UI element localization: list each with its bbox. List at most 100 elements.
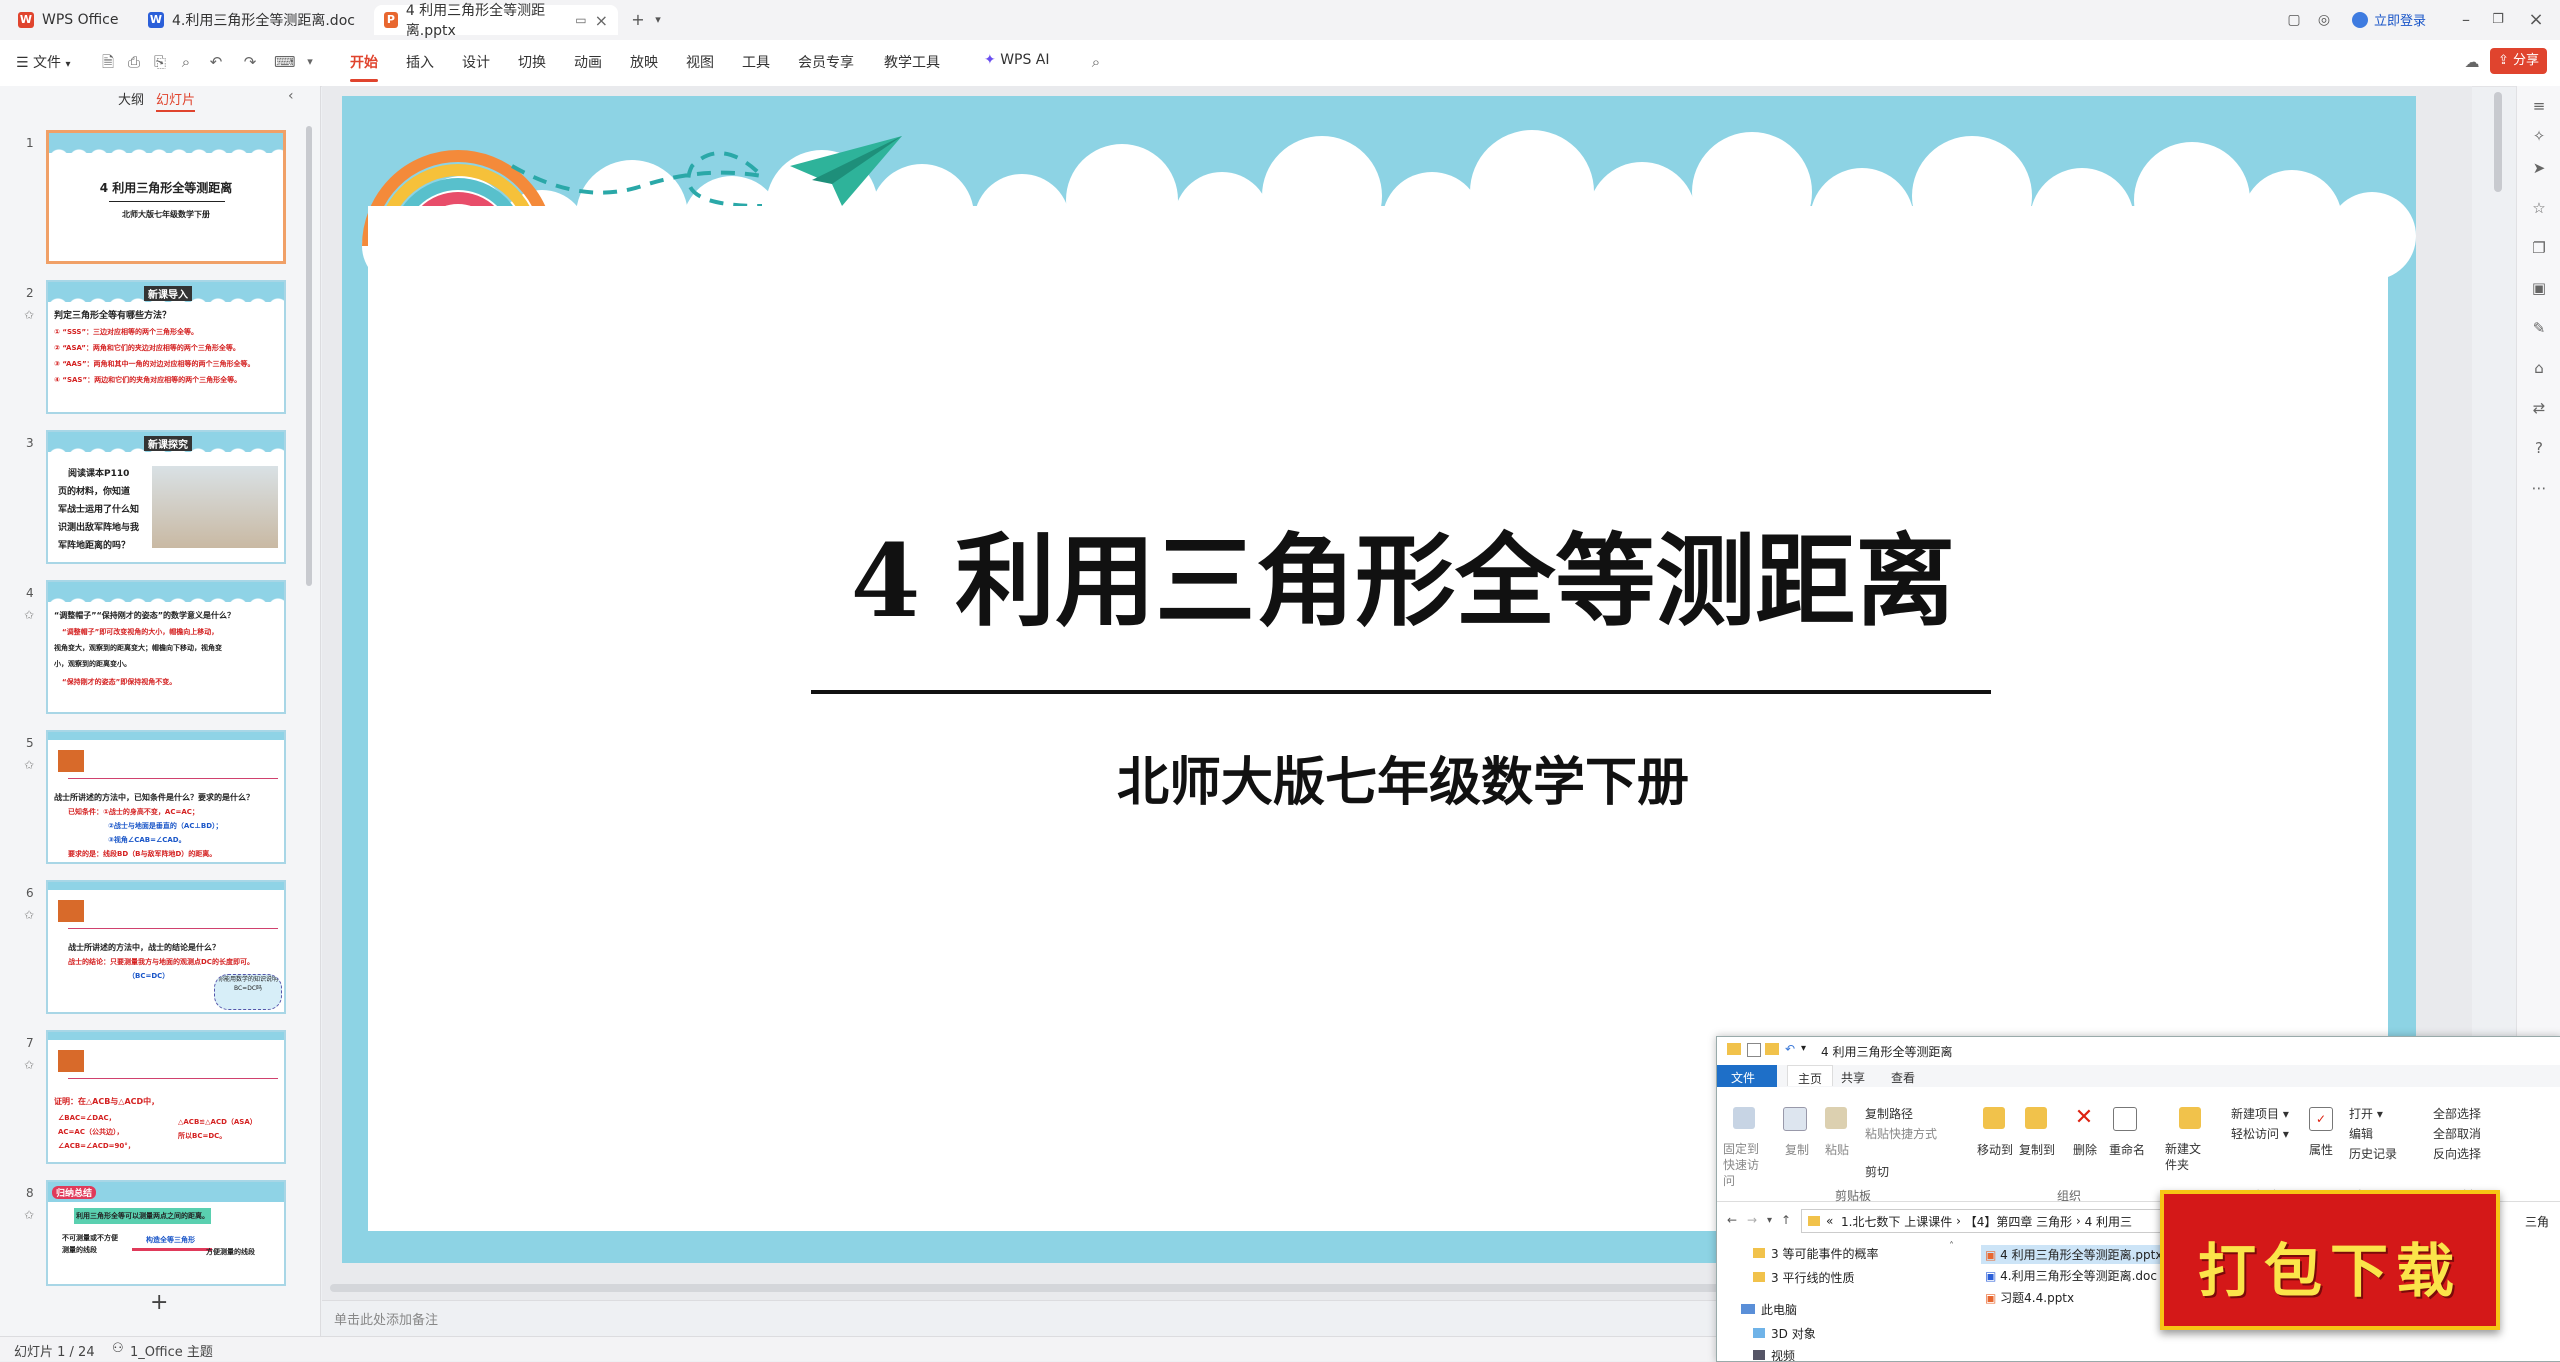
tab-slides[interactable]: 幻灯片 [156,89,196,112]
thumbnail-scrollbar[interactable] [306,126,312,586]
cloud-icon[interactable]: ☁ [2462,52,2482,72]
up-icon[interactable]: ↑ [1781,1213,1791,1227]
chevron-down-icon[interactable]: ▾ [1767,1215,1772,1226]
menu-member[interactable]: 会员专享 [798,52,854,72]
star-icon[interactable]: ✩ [24,608,34,622]
move-to-icon[interactable] [1983,1107,2005,1129]
undo-icon[interactable]: ↶ [206,52,226,72]
star-icon[interactable]: ✩ [24,1058,34,1072]
translate-icon[interactable]: ⇄ [2529,398,2549,418]
help-icon[interactable]: ? [2529,438,2549,458]
copy-to-button[interactable]: 复制到 [2019,1141,2055,1158]
canvas-scrollbar[interactable] [2494,92,2502,192]
nav-item[interactable]: 3 等可能事件的概率 [1753,1245,1878,1262]
pin-icon[interactable] [1733,1107,1755,1129]
chevron-down-icon[interactable]: ▾ [1801,1043,1806,1054]
close-icon[interactable]: × [595,11,608,30]
properties-icon[interactable] [1747,1043,1761,1057]
search-icon[interactable]: ⌕ [1086,52,1106,72]
download-promo-badge[interactable]: 打包下载 [2160,1190,2500,1330]
chevron-up-icon[interactable]: ˄ [1949,1241,1954,1252]
slide-thumb-7[interactable]: 证明：在△ACB与△ACD中， ∠BAC=∠DAC， AC=AC（公共边）， ∠… [46,1030,286,1164]
select-all-button[interactable]: 全部选择 [2433,1105,2481,1122]
file-item[interactable]: ▣ 习题4.4.pptx [1985,1289,2074,1306]
file-item[interactable]: ▣ 4 利用三角形全等测距离.pptx [1981,1245,2167,1264]
ribbon-tab-share[interactable]: 共享 [1841,1069,1865,1086]
new-item-button[interactable]: 新建项目 ▾ [2231,1105,2289,1122]
more-icon[interactable]: ⋯ [2529,478,2549,498]
format-painter-icon[interactable]: ⌨ [274,52,296,72]
preview-icon[interactable]: ⌕ [176,52,196,72]
star-icon[interactable]: ✩ [24,908,34,922]
cursor-icon[interactable]: ➤ [2529,158,2549,178]
paste-shortcut[interactable]: 粘贴快捷方式 [1865,1125,1937,1142]
edit-button[interactable]: 编辑 [2349,1125,2373,1142]
login-button[interactable]: 立即登录 [2352,10,2426,29]
wps-ai-button[interactable]: ✦ WPS AI [984,52,1050,68]
nav-item[interactable]: 3D 对象 [1753,1325,1816,1342]
copy-icon[interactable]: ❐ [2529,238,2549,258]
delete-button[interactable]: 删除 [2073,1141,2097,1158]
ribbon-tab-view[interactable]: 查看 [1891,1069,1915,1086]
collapse-panel-icon[interactable]: ‹ [288,88,294,104]
invert-selection-button[interactable]: 反向选择 [2433,1145,2481,1162]
star-icon[interactable]: ✩ [24,758,34,772]
copy-icon[interactable] [1783,1107,1807,1131]
menu-view[interactable]: 视图 [686,52,714,72]
window-close-icon[interactable]: × [2524,8,2548,32]
cut-button[interactable]: 剪切 [1865,1163,1889,1180]
print-icon[interactable]: ⎘ [150,52,170,72]
slide-thumb-3[interactable]: 新课探究 阅读课本P110 页的材料，你知道 军战士运用了什么知 识测出敌军阵地… [46,430,286,564]
paste-button[interactable]: 粘贴 [1825,1141,1849,1158]
forward-icon[interactable]: → [1747,1213,1757,1227]
bag-icon[interactable]: ⌂ [2529,358,2549,378]
add-slide-button[interactable]: + [150,1290,168,1315]
slide-thumb-8[interactable]: 归纳总结 利用三角形全等可以测量两点之间的距离。 不可测量或不方便测量的线段 构… [46,1180,286,1286]
menu-icon[interactable]: ≡ [2529,96,2549,116]
easy-access-button[interactable]: 轻松访问 ▾ [2231,1125,2289,1142]
magic-icon[interactable]: ✎ [2529,318,2549,338]
menu-transition[interactable]: 切换 [518,52,546,72]
window-layout-icon[interactable]: ▢ [2282,8,2306,32]
pin-quick-access[interactable]: 固定到快速访问 [1723,1141,1769,1189]
slide-thumb-5[interactable]: 战士所讲述的方法中，已知条件是什么？要求的是什么？ 已知条件：①战士的身高不变，… [46,730,286,864]
nav-item[interactable]: 3 平行线的性质 [1753,1269,1854,1286]
rename-button[interactable]: 重命名 [2109,1141,2145,1158]
open-button[interactable]: 打开 ▾ [2349,1105,2383,1122]
ribbon-tab-file[interactable]: 文件 [1731,1069,1755,1086]
path-segment[interactable]: 1.北七数下 上课课件 [1841,1213,1952,1230]
copy-to-icon[interactable] [2025,1107,2047,1129]
horizontal-scrollbar[interactable] [330,1284,1730,1292]
history-button[interactable]: 历史记录 [2349,1145,2397,1162]
nav-item[interactable]: 此电脑 [1741,1301,1797,1318]
menu-tools[interactable]: 工具 [742,52,770,72]
minimize-icon[interactable]: – [2454,8,2478,32]
undo-icon[interactable]: ↶ [1785,1042,1795,1056]
sparkle-icon[interactable]: ✧ [2529,126,2549,146]
properties-button[interactable]: 属性 [2309,1141,2333,1158]
theme-name[interactable]: 1_Office 主题 [130,1341,213,1360]
tab-wps-office[interactable]: W WPS Office [8,5,136,35]
path-segment[interactable]: 4 利用三 [2085,1213,2132,1230]
star-icon[interactable]: ✩ [24,308,34,322]
skin-icon[interactable]: ◎ [2312,8,2336,32]
menu-insert[interactable]: 插入 [406,52,434,72]
copy-button[interactable]: 复制 [1785,1141,1809,1158]
tab-outline[interactable]: 大纲 [118,89,144,108]
menu-home[interactable]: 开始 [350,52,378,82]
new-folder-icon[interactable] [2179,1107,2201,1129]
menu-design[interactable]: 设计 [462,52,490,72]
chevron-down-icon[interactable]: ▾ [300,52,320,72]
save-icon[interactable]: 🗎 [98,52,118,72]
menu-teaching[interactable]: 教学工具 [884,52,940,72]
share-button[interactable]: ⇪ 分享 [2490,48,2548,74]
back-icon[interactable]: ← [1727,1213,1737,1227]
slide-title[interactable]: 4 利用三角形全等测距离 [368,500,2438,645]
new-folder-button[interactable]: 新建文件夹 [2165,1141,2205,1173]
move-to-button[interactable]: 移动到 [1977,1141,2013,1158]
properties-check-icon[interactable]: ✓ [2309,1107,2333,1131]
copy-path[interactable]: 复制路径 [1865,1105,1913,1122]
chevron-down-icon[interactable]: ▾ [646,8,670,32]
star-icon[interactable]: ☆ [2529,198,2549,218]
redo-icon[interactable]: ↷ [240,52,260,72]
